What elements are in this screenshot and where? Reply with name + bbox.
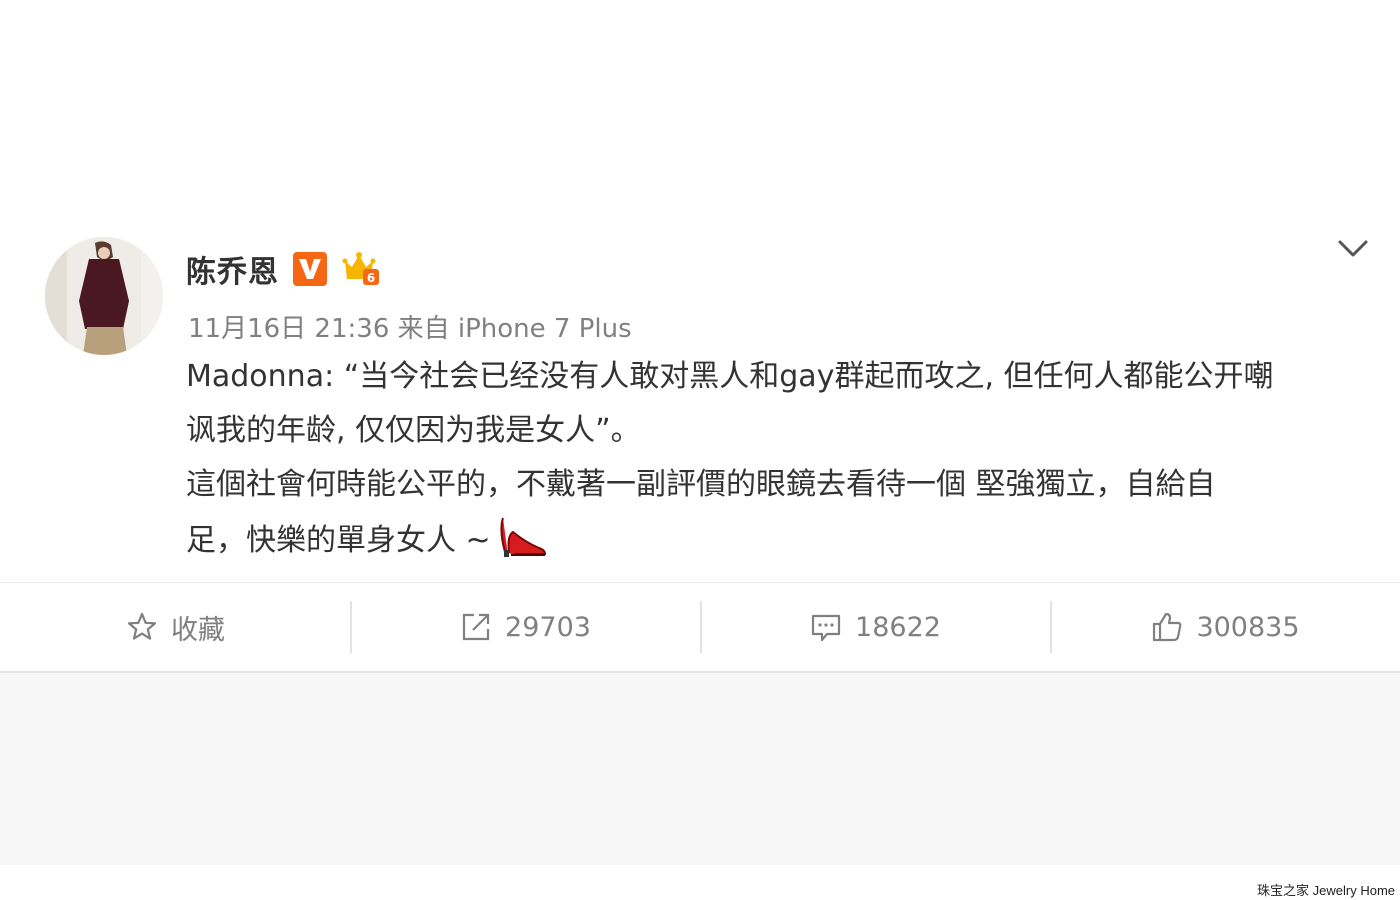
chevron-down-icon[interactable] xyxy=(1336,236,1370,262)
comment-count: 18622 xyxy=(855,611,941,643)
favorite-label: 收藏 xyxy=(171,614,225,646)
user-header: 陈乔恩 6 xyxy=(186,248,381,290)
like-count: 300835 xyxy=(1196,611,1300,643)
post-text-line: 這個社會何時能公平的，不戴著一副評價的眼鏡去看待一個 堅強獨立，自給自 xyxy=(186,467,1216,502)
post-text-last-line: 足，快樂的單身女人 ~ xyxy=(186,512,1366,568)
repost-count: 29703 xyxy=(505,611,591,643)
username[interactable]: 陈乔恩 xyxy=(186,247,279,291)
page-background-area xyxy=(0,673,1400,865)
post-text-line: Madonna: “当今社会已经没有人敢对黑人和gay群起而攻之, 但任何人都能… xyxy=(186,359,1274,394)
high-heel-icon xyxy=(495,512,547,558)
comment-button[interactable]: 18622 xyxy=(700,583,1050,671)
repost-button[interactable]: 29703 xyxy=(350,583,700,671)
avatar[interactable] xyxy=(45,237,163,355)
comment-bubble-icon xyxy=(809,610,843,644)
crown-member-icon[interactable]: 6 xyxy=(341,251,381,287)
star-icon xyxy=(125,610,159,644)
weibo-post-card: 陈乔恩 6 11月16日 21:36 来自 iPhone 7 Plus Mado… xyxy=(0,0,1400,672)
share-arrow-icon xyxy=(459,610,493,644)
watermark: 珠宝之家 Jewelry Home xyxy=(1257,883,1395,898)
like-button[interactable]: 300835 xyxy=(1050,583,1400,671)
avatar-photo xyxy=(45,237,163,355)
favorite-button[interactable]: 收藏 xyxy=(0,583,350,671)
thumbs-up-icon xyxy=(1150,610,1184,644)
post-text-line: 讽我的年龄, 仅仅因为我是女人”。 xyxy=(186,413,641,448)
verified-v-icon[interactable] xyxy=(293,252,327,286)
post-text: Madonna: “当今社会已经没有人敢对黑人和gay群起而攻之, 但任何人都能… xyxy=(186,350,1366,568)
post-text-line: 足，快樂的單身女人 ~ xyxy=(186,523,491,558)
post-meta[interactable]: 11月16日 21:36 来自 iPhone 7 Plus xyxy=(188,308,632,345)
action-bar: 收藏 29703 18622 300835 xyxy=(0,583,1400,671)
svg-text:6: 6 xyxy=(367,271,375,285)
